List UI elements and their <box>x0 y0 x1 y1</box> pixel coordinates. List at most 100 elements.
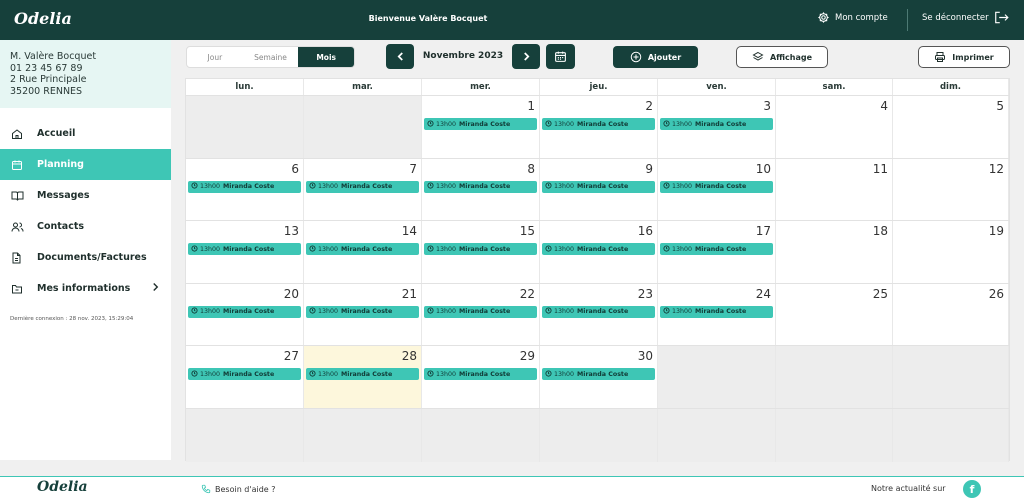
event-chip[interactable]: 13h00 Miranda Coste <box>424 180 537 193</box>
event-name: Miranda Coste <box>459 370 511 378</box>
day-cell[interactable]: 8 13h00 Miranda Coste <box>422 158 540 220</box>
day-cell[interactable]: 28 13h00 Miranda Coste <box>304 346 422 408</box>
event-name: Miranda Coste <box>223 183 275 190</box>
prev-month-button[interactable] <box>386 44 414 69</box>
event-name: Miranda Coste <box>223 308 275 315</box>
sidebar-item-label: Contacts <box>37 221 85 232</box>
event-name: Miranda Coste <box>695 120 747 128</box>
event-name: Miranda Coste <box>577 245 629 253</box>
day-cell[interactable]: 3 13h00 Miranda Coste <box>658 96 776 158</box>
empty-day-cell <box>186 96 304 158</box>
day-cell[interactable]: 14 13h00 Miranda Coste <box>304 221 422 283</box>
day-cell[interactable]: 16 13h00 Miranda Coste <box>540 221 658 283</box>
event-chip[interactable]: 13h00 Miranda Coste <box>306 368 419 380</box>
empty-day-cell <box>893 408 1009 462</box>
event-chip[interactable]: 13h00 Miranda Coste <box>542 180 655 193</box>
day-cell[interactable]: 10 13h00 Miranda Coste <box>658 158 776 220</box>
event-chip[interactable]: 13h00 Miranda Coste <box>542 243 655 255</box>
event-chip[interactable]: 13h00 Miranda Coste <box>542 368 655 380</box>
sidebar-item-messages[interactable]: Messages <box>0 180 171 211</box>
event-name: Miranda Coste <box>695 183 747 190</box>
folder-icon <box>11 283 26 295</box>
day-cell[interactable]: 4 <box>776 96 893 158</box>
clock-icon <box>545 119 552 129</box>
next-month-button[interactable] <box>512 44 540 69</box>
day-cell[interactable]: 1 13h00 Miranda Coste <box>422 96 540 158</box>
sidebar-item-mes-informations[interactable]: Mes informations <box>0 273 171 304</box>
day-number: 9 <box>645 161 653 176</box>
event-chip[interactable]: 13h00 Miranda Coste <box>188 305 301 318</box>
event-chip[interactable]: 13h00 Miranda Coste <box>542 305 655 318</box>
day-cell[interactable]: 27 13h00 Miranda Coste <box>186 346 304 408</box>
day-cell[interactable]: 24 13h00 Miranda Coste <box>658 283 776 345</box>
day-cell[interactable]: 25 <box>776 283 893 345</box>
event-chip[interactable]: 13h00 Miranda Coste <box>660 243 773 255</box>
event-chip[interactable]: 13h00 Miranda Coste <box>542 118 655 130</box>
weekday-label: dim. <box>893 79 1009 95</box>
event-chip[interactable]: 13h00 Miranda Coste <box>188 180 301 193</box>
event-chip[interactable]: 13h00 Miranda Coste <box>424 118 537 130</box>
event-chip[interactable]: 13h00 Miranda Coste <box>188 368 301 380</box>
sidebar-item-planning[interactable]: Planning <box>0 149 171 180</box>
sidebar-item-contacts[interactable]: Contacts <box>0 211 171 242</box>
help-label: Besoin d'aide ? <box>215 484 276 494</box>
account-link[interactable]: Mon compte <box>817 11 888 24</box>
day-cell[interactable]: 22 13h00 Miranda Coste <box>422 283 540 345</box>
day-cell[interactable]: 11 <box>776 158 893 220</box>
event-chip[interactable]: 13h00 Miranda Coste <box>306 180 419 193</box>
tab-semaine[interactable]: Semaine <box>243 47 299 67</box>
event-chip[interactable]: 13h00 Miranda Coste <box>424 368 537 380</box>
sidebar-item-documents-factures[interactable]: Documents/Factures <box>0 242 171 273</box>
add-button[interactable]: Ajouter <box>613 46 698 68</box>
day-cell[interactable]: 15 13h00 Miranda Coste <box>422 221 540 283</box>
day-cell[interactable]: 9 13h00 Miranda Coste <box>540 158 658 220</box>
footer-logo[interactable]: Odelia <box>37 479 88 495</box>
event-chip[interactable]: 13h00 Miranda Coste <box>306 243 419 255</box>
clock-icon <box>427 182 434 191</box>
date-picker-button[interactable] <box>546 44 575 69</box>
event-name: Miranda Coste <box>223 370 275 378</box>
event-chip[interactable]: 13h00 Miranda Coste <box>424 305 537 318</box>
help-link[interactable]: Besoin d'aide ? <box>201 484 276 494</box>
day-cell[interactable]: 18 <box>776 221 893 283</box>
sidebar-item-accueil[interactable]: Accueil <box>0 118 171 149</box>
day-cell[interactable]: 5 <box>893 96 1009 158</box>
print-button[interactable]: Imprimer <box>918 46 1010 68</box>
event-name: Miranda Coste <box>459 120 511 128</box>
day-cell[interactable]: 6 13h00 Miranda Coste <box>186 158 304 220</box>
day-cell[interactable]: 19 <box>893 221 1009 283</box>
clock-icon <box>663 119 670 129</box>
day-cell[interactable]: 20 13h00 Miranda Coste <box>186 283 304 345</box>
day-cell[interactable]: 2 13h00 Miranda Coste <box>540 96 658 158</box>
day-number: 24 <box>755 286 771 301</box>
event-chip[interactable]: 13h00 Miranda Coste <box>660 180 773 193</box>
weekday-label: mer. <box>422 79 540 95</box>
event-chip[interactable]: 13h00 Miranda Coste <box>306 305 419 318</box>
empty-day-cell <box>422 408 540 462</box>
day-cell[interactable]: 21 13h00 Miranda Coste <box>304 283 422 345</box>
day-cell[interactable]: 23 13h00 Miranda Coste <box>540 283 658 345</box>
display-button[interactable]: Affichage <box>736 46 828 68</box>
tab-jour[interactable]: Jour <box>187 47 243 67</box>
day-cell[interactable]: 12 <box>893 158 1009 220</box>
event-chip[interactable]: 13h00 Miranda Coste <box>188 243 301 255</box>
event-name: Miranda Coste <box>341 245 393 253</box>
day-cell[interactable]: 26 <box>893 283 1009 345</box>
logout-link[interactable]: Se déconnecter <box>922 11 1009 24</box>
day-cell[interactable]: 13 13h00 Miranda Coste <box>186 221 304 283</box>
facebook-icon[interactable]: f <box>963 480 981 498</box>
day-cell[interactable]: 7 13h00 Miranda Coste <box>304 158 422 220</box>
top-bar: Odelia Bienvenue Valère Bocquet Mon comp… <box>0 0 1024 40</box>
event-chip[interactable]: 13h00 Miranda Coste <box>660 305 773 318</box>
event-time: 13h00 <box>672 120 693 128</box>
day-cell[interactable]: 30 13h00 Miranda Coste <box>540 346 658 408</box>
event-name: Miranda Coste <box>459 308 511 315</box>
tab-mois[interactable]: Mois <box>298 47 354 67</box>
event-chip[interactable]: 13h00 Miranda Coste <box>660 118 773 130</box>
clock-icon <box>191 244 198 254</box>
gear-icon <box>817 11 830 24</box>
event-chip[interactable]: 13h00 Miranda Coste <box>424 243 537 255</box>
day-cell[interactable]: 29 13h00 Miranda Coste <box>422 346 540 408</box>
event-time: 13h00 <box>436 183 457 190</box>
day-cell[interactable]: 17 13h00 Miranda Coste <box>658 221 776 283</box>
